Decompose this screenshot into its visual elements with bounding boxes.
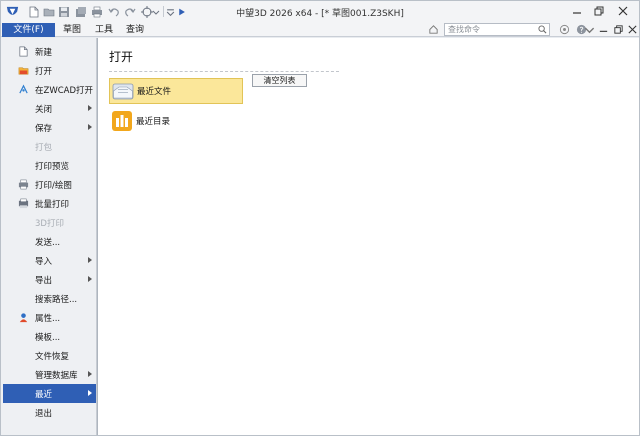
submenu-arrow-icon <box>88 257 92 263</box>
sidebar-item-label: 属性... <box>35 313 61 324</box>
sidebar-item-save[interactable]: 保存 <box>3 118 96 137</box>
submenu-arrow-icon <box>88 124 92 130</box>
sidebar-item-label: 打印预览 <box>35 161 70 172</box>
sidebar-item-close[interactable]: 关闭 <box>3 99 96 118</box>
sidebar-item-label: 新建 <box>35 47 53 58</box>
sidebar-item-print-preview[interactable]: 打印预览 <box>3 156 96 175</box>
menu-sketch[interactable]: 草图 <box>59 23 85 37</box>
recent-files-icon <box>112 83 134 100</box>
sidebar-item-label: 发送... <box>35 237 61 248</box>
sidebar-item-label: 3D打印 <box>35 218 64 229</box>
submenu-arrow-icon <box>88 390 92 396</box>
app-window: 中望3D 2026 x64 - [* 草图001.Z3SKH] 文件(F) 草图… <box>0 0 640 436</box>
menu-query[interactable]: 查询 <box>122 23 148 37</box>
sidebar-item-manage-database[interactable]: 管理数据库 <box>3 365 96 384</box>
command-search[interactable] <box>444 23 550 36</box>
sidebar-item-print-plot[interactable]: 打印/绘图 <box>3 175 96 194</box>
home-icon[interactable] <box>428 24 440 36</box>
sidebar-item-new[interactable]: 新建 <box>3 42 96 61</box>
panel-title: 打开 <box>109 50 134 64</box>
sidebar-item-label: 模板... <box>35 332 61 343</box>
panel-divider <box>109 71 339 72</box>
sidebar-item-template[interactable]: 模板... <box>3 327 96 346</box>
sidebar-item-label: 最近 <box>35 389 53 400</box>
sidebar-item-label: 搜索路径... <box>35 294 78 305</box>
menu-tools[interactable]: 工具 <box>91 23 117 37</box>
sidebar-item-exit[interactable]: 退出 <box>3 403 96 422</box>
help-dropdown-icon[interactable] <box>584 24 595 36</box>
sidebar-item-label: 管理数据库 <box>35 370 78 381</box>
sidebar-item-search-path[interactable]: 搜索路径... <box>3 289 96 308</box>
sidebar-item-label: 退出 <box>35 408 53 419</box>
option-label: 最近目录 <box>136 117 171 127</box>
sidebar-item-send[interactable]: 发送... <box>3 232 96 251</box>
batch-print-icon <box>16 197 30 211</box>
sidebar-item-label: 打开 <box>35 66 53 77</box>
sidebar-item-recent[interactable]: 最近 <box>3 384 96 403</box>
sidebar-item-label: 批量打印 <box>35 199 70 210</box>
sidebar-item-import[interactable]: 导入 <box>3 251 96 270</box>
open-folder-icon <box>16 64 30 78</box>
sidebar-item-open-in-zwcad[interactable]: 在ZWCAD打开 <box>3 80 96 99</box>
sidebar-item-export[interactable]: 导出 <box>3 270 96 289</box>
submenu-arrow-icon <box>88 371 92 377</box>
properties-icon <box>16 311 30 325</box>
restore-icon[interactable] <box>591 4 607 18</box>
file-menu-sidebar: 新建 打开 在ZWCAD打开 关闭 保存 打包 打印预览 打印/绘图 批量打印 … <box>1 38 97 435</box>
zwcad-icon <box>16 83 30 97</box>
command-search-input[interactable] <box>445 24 535 35</box>
option-recent-folders[interactable]: 最近目录 <box>109 108 243 134</box>
recent-folders-icon <box>112 111 132 131</box>
sidebar-item-label: 文件恢复 <box>35 351 70 362</box>
recent-panel: 打开 最近文件 最近目录 清空列表 <box>97 38 639 435</box>
sidebar-item-label: 关闭 <box>35 104 53 115</box>
sidebar-item-label: 导出 <box>35 275 53 286</box>
option-recent-files[interactable]: 最近文件 <box>109 78 243 104</box>
close-icon[interactable] <box>615 4 631 18</box>
doc-close-icon[interactable] <box>627 24 639 36</box>
title-bar: 中望3D 2026 x64 - [* 草图001.Z3SKH] <box>1 1 639 23</box>
sidebar-item-label: 打包 <box>35 142 53 153</box>
sidebar-item-properties[interactable]: 属性... <box>3 308 96 327</box>
window-title: 中望3D 2026 x64 - [* 草图001.Z3SKH] <box>236 9 404 19</box>
sidebar-item-file-recovery[interactable]: 文件恢复 <box>3 346 96 365</box>
sidebar-item-label: 保存 <box>35 123 53 134</box>
sidebar-item-batch-print[interactable]: 批量打印 <box>3 194 96 213</box>
printer-icon <box>16 178 30 192</box>
new-document-icon <box>16 45 30 59</box>
doc-minimize-icon[interactable] <box>598 24 610 36</box>
minimize-icon[interactable] <box>569 4 585 18</box>
menu-bar: 文件(F) 草图 工具 查询 <box>1 23 639 37</box>
submenu-arrow-icon <box>88 276 92 282</box>
doc-restore-icon[interactable] <box>613 24 625 36</box>
submenu-arrow-icon <box>88 105 92 111</box>
sidebar-item-3d-print: 3D打印 <box>3 213 96 232</box>
option-label: 最近文件 <box>137 87 172 97</box>
search-icon[interactable] <box>538 25 547 34</box>
sidebar-item-label: 打印/绘图 <box>35 180 72 191</box>
sidebar-item-label: 导入 <box>35 256 53 267</box>
settings-icon[interactable] <box>559 24 571 36</box>
menu-file[interactable]: 文件(F) <box>2 23 55 37</box>
sidebar-item-open[interactable]: 打开 <box>3 61 96 80</box>
sidebar-item-pack: 打包 <box>3 137 96 156</box>
clear-list-button[interactable]: 清空列表 <box>252 74 307 87</box>
sidebar-item-label: 在ZWCAD打开 <box>35 85 94 96</box>
